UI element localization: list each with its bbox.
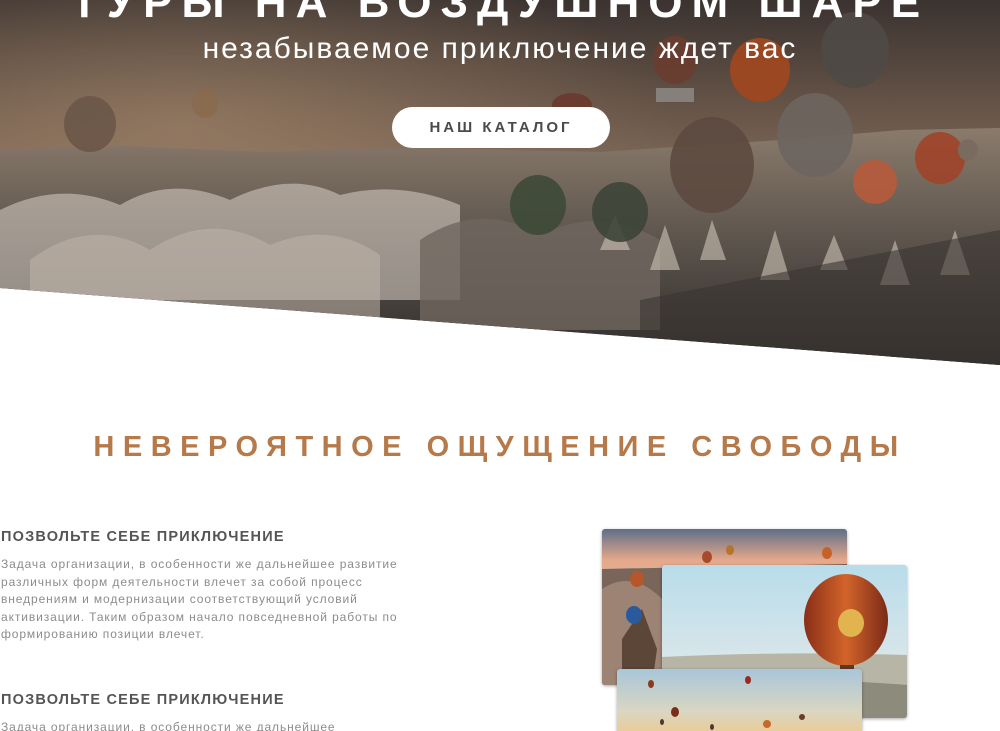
feature-block: ПОЗВОЛЬТЕ СЕБЕ ПРИКЛЮЧЕНИЕ Задача органи… — [1, 529, 401, 644]
feature-heading: ПОЗВОЛЬТЕ СЕБЕ ПРИКЛЮЧЕНИЕ — [1, 692, 285, 708]
feature-heading: ПОЗВОЛЬТЕ СЕБЕ ПРИКЛЮЧЕНИЕ — [1, 529, 285, 545]
feature-text: Задача организации, в особенности же дал… — [1, 720, 336, 731]
feature-block: ПОЗВОЛЬТЕ СЕБЕ ПРИКЛЮЧЕНИЕ Задача органи… — [1, 692, 401, 731]
catalog-button[interactable]: НАШ КАТАЛОГ — [392, 107, 610, 148]
gallery-photo-sunrise — [617, 669, 862, 731]
feature-text: Задача организации, в особенности же дал… — [1, 557, 398, 641]
section-title: НЕВЕРОЯТНОЕ ОЩУЩЕНИЕ СВОБОДЫ — [93, 431, 907, 463]
hero-subtitle: незабываемое приключение ждет вас — [202, 32, 798, 65]
hero-title: ТУРЫ НА ВОЗДУШНОМ ШАРЕ — [70, 0, 930, 27]
hero-section: ТУРЫ НА ВОЗДУШНОМ ШАРЕ незабываемое прик… — [0, 0, 1000, 365]
